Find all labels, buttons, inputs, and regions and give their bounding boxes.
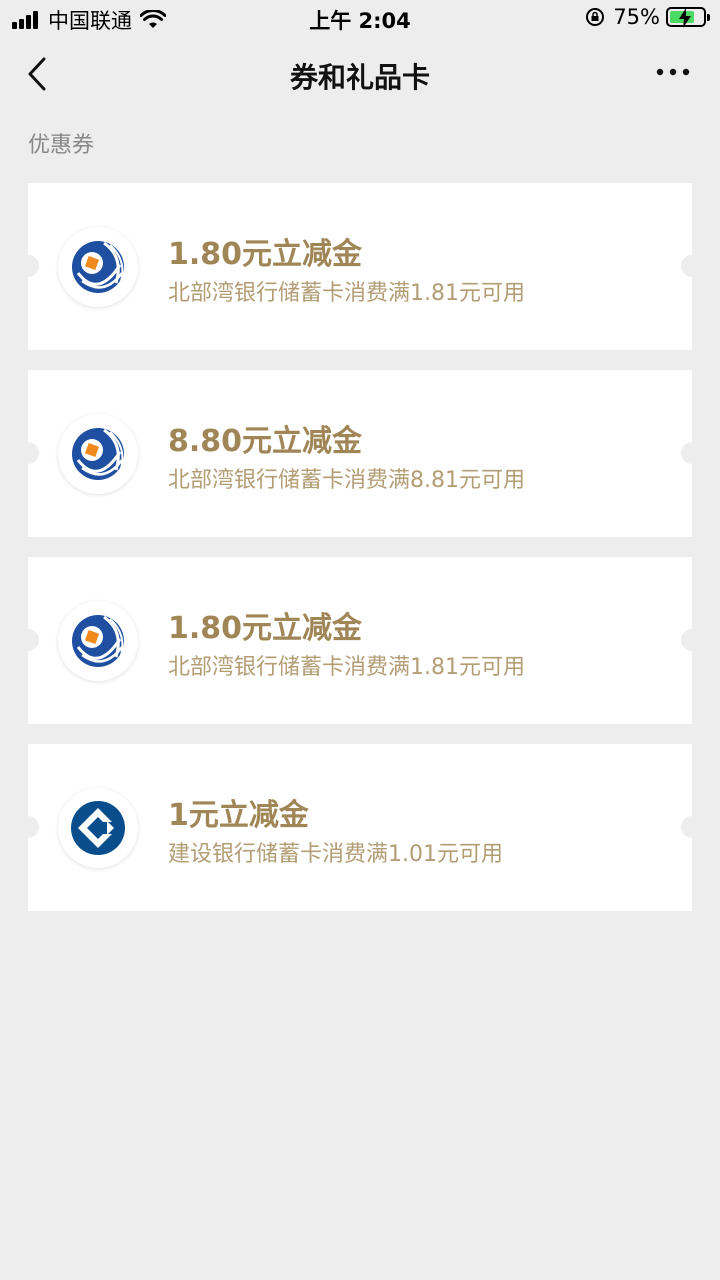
rotation-lock-icon [586, 8, 605, 26]
coupon-list: 1.80元立减金 北部湾银行储蓄卡消费满1.81元可用 8.80元立减金 北部湾… [17, 183, 703, 931]
more-options-icon[interactable] [656, 66, 690, 78]
coupon-card[interactable]: 1.80元立减金 北部湾银行储蓄卡消费满1.81元可用 [17, 557, 703, 724]
coupon-notch-left [17, 816, 39, 838]
status-right: 75% [585, 5, 710, 29]
battery-icon [666, 7, 710, 28]
coupon-description: 北部湾银行储蓄卡消费满1.81元可用 [168, 655, 525, 680]
status-bar: 中国联通 上午 2:04 75% [0, 0, 720, 36]
beibu-gulf-bank-logo-icon [58, 601, 138, 681]
coupon-notch-right [681, 255, 703, 277]
beibu-gulf-bank-logo-icon [58, 414, 138, 494]
coupon-notch-left [17, 442, 39, 464]
coupon-card[interactable]: 8.80元立减金 北部湾银行储蓄卡消费满8.81元可用 [17, 370, 703, 537]
coupon-amount: 1.80元立减金 [168, 611, 363, 646]
coupon-notch-left [17, 255, 39, 277]
coupon-description: 北部湾银行储蓄卡消费满1.81元可用 [168, 281, 525, 306]
coupon-amount: 1元立减金 [168, 798, 309, 833]
coupon-notch-right [681, 629, 703, 651]
navigation-bar: 券和礼品卡 [0, 40, 720, 108]
beibu-gulf-bank-logo-icon [58, 227, 138, 307]
coupon-amount: 1.80元立减金 [168, 237, 363, 272]
coupon-amount: 8.80元立减金 [168, 424, 363, 459]
page-title: 券和礼品卡 [289, 61, 430, 94]
ccb-bank-logo-icon [58, 788, 138, 868]
coupon-description: 建设银行储蓄卡消费满1.01元可用 [168, 842, 503, 867]
battery-fill [670, 8, 694, 28]
coupon-notch-right [681, 442, 703, 464]
coupon-card[interactable]: 1.80元立减金 北部湾银行储蓄卡消费满1.81元可用 [17, 183, 703, 350]
coupon-description: 北部湾银行储蓄卡消费满8.81元可用 [168, 468, 525, 493]
coupon-notch-right [681, 816, 703, 838]
section-label-coupons: 优惠券 [28, 133, 95, 158]
coupon-card[interactable]: 1元立减金 建设银行储蓄卡消费满1.01元可用 [17, 744, 703, 911]
battery-percent: 75% [613, 5, 660, 29]
charging-bolt-icon [679, 8, 691, 28]
coupon-notch-left [17, 629, 39, 651]
